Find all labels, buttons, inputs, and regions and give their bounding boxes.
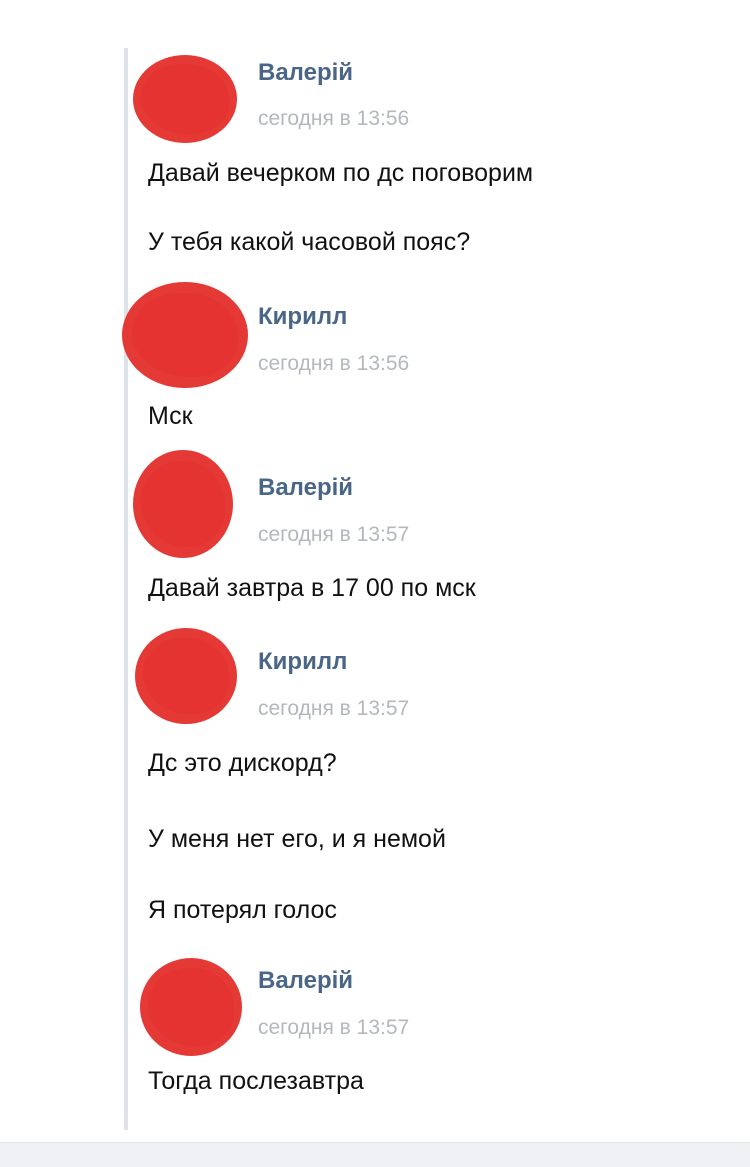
message-text: Тогда послезавтра (148, 1067, 364, 1095)
author-name[interactable]: Кирилл (258, 648, 347, 676)
message-timestamp: сегодня в 13:57 (258, 523, 410, 546)
avatar[interactable] (135, 628, 237, 724)
author-name[interactable]: Кирилл (258, 303, 347, 331)
message-text: У меня нет его, и я немой (148, 825, 446, 853)
author-name[interactable]: Валерій (258, 59, 353, 87)
avatar[interactable] (122, 282, 248, 388)
message-text: У тебя какой часовой пояс? (148, 228, 471, 256)
thread-line (124, 48, 128, 1130)
avatar[interactable] (133, 55, 237, 143)
author-name[interactable]: Валерій (258, 474, 353, 502)
message-timestamp: сегодня в 13:56 (258, 352, 410, 375)
chat-history: Валерій сегодня в 13:56 Давай вечерком п… (0, 0, 750, 1167)
avatar[interactable] (140, 958, 242, 1056)
message-timestamp: сегодня в 13:57 (258, 1016, 410, 1039)
message-text: Дс это дискорд? (148, 749, 337, 777)
message-text: Я потерял голос (148, 896, 337, 924)
avatar[interactable] (133, 450, 233, 558)
message-timestamp: сегодня в 13:56 (258, 107, 410, 130)
author-name[interactable]: Валерій (258, 967, 353, 995)
message-text: Мск (148, 402, 193, 430)
footer-bar (0, 1142, 750, 1167)
message-text: Давай вечерком по дс поговорим (148, 159, 534, 187)
message-text: Давай завтра в 17 00 по мск (148, 574, 476, 602)
message-timestamp: сегодня в 13:57 (258, 697, 410, 720)
